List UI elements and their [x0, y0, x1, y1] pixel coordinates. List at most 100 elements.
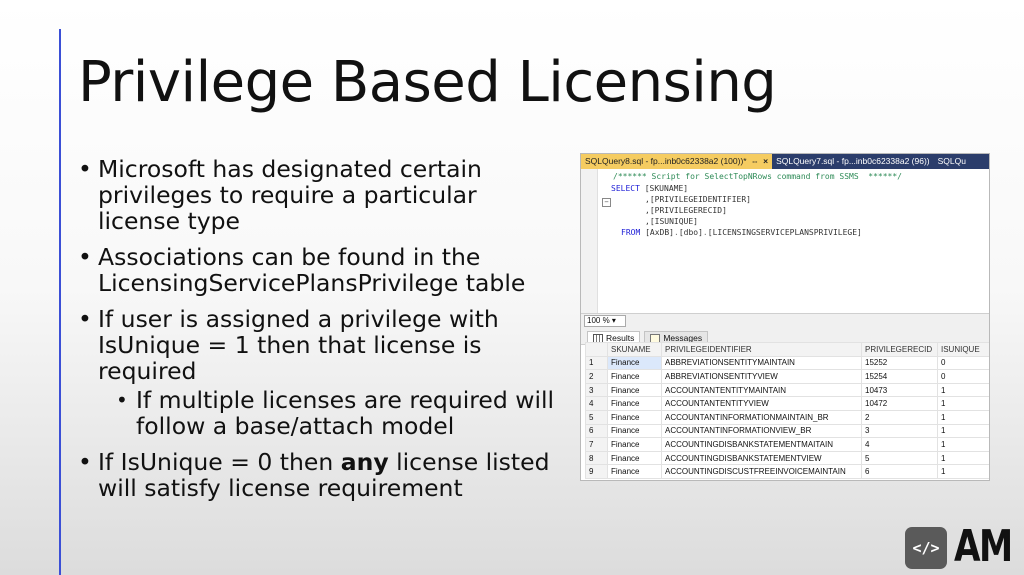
bullet-item: • Microsoft has designated certain privi…: [78, 156, 558, 234]
zoom-select[interactable]: 100 % ▾: [584, 314, 626, 327]
table-cell[interactable]: ABBREVIATIONSENTITYVIEW: [661, 369, 862, 384]
table-row[interactable]: 9 Finance ACCOUNTINGDISCUSTFREEINVOICEMAIN…: [585, 464, 989, 479]
row-number[interactable]: 1: [585, 355, 608, 371]
table-cell[interactable]: Finance: [607, 450, 662, 466]
bullet-item: • Associations can be found in the Licen…: [78, 244, 558, 296]
accent-line: [59, 29, 61, 575]
table-cell[interactable]: Finance: [607, 423, 662, 439]
table-row[interactable]: 3 Finance ACCOUNTANTENTITYMAINTAIN 10473 1: [585, 382, 989, 398]
bullet-item: • If IsUnique = 0 then any license liste…: [78, 449, 558, 501]
table-cell[interactable]: ACCOUNTANTINFORMATIONVIEW_BR: [661, 423, 862, 439]
table-row[interactable]: 4 Finance ACCOUNTANTENTITYVIEW 10472 1: [585, 396, 989, 411]
table-cell[interactable]: ABBREVIATIONSENTITYMAINTAIN: [661, 355, 862, 371]
table-cell[interactable]: 1: [937, 382, 989, 398]
table-cell[interactable]: 1: [937, 409, 989, 425]
table-row[interactable]: 1 Finance ABBREVIATIONSENTITYMAINTAIN 15252…: [585, 355, 989, 371]
table-cell[interactable]: 0: [937, 355, 989, 371]
table-cell[interactable]: 0: [937, 369, 989, 384]
row-number[interactable]: 8: [585, 450, 608, 466]
table-cell[interactable]: Finance: [607, 409, 662, 425]
table-cell[interactable]: Finance: [607, 464, 662, 479]
table-cell[interactable]: Finance: [607, 396, 662, 411]
table-cell[interactable]: 5: [861, 450, 938, 466]
row-number[interactable]: 2: [585, 369, 608, 384]
tab-sqlquery-more[interactable]: SQLQu: [934, 154, 970, 169]
table-cell[interactable]: 6: [861, 464, 938, 479]
row-number[interactable]: 9: [585, 464, 608, 479]
table-cell[interactable]: ACCOUNTANTENTITYVIEW: [661, 396, 862, 411]
sql-identifier: ,[PRIVILEGERECID]: [645, 206, 727, 215]
query-tab-bar: SQLQuery8.sql - fp...inb0c62338a2 (100))…: [581, 154, 989, 169]
table-cell[interactable]: 1: [937, 464, 989, 479]
logo-text: AM: [954, 521, 1013, 572]
table-cell[interactable]: ACCOUNTINGDISCUSTFREEINVOICEMAINTAIN: [661, 464, 862, 479]
query-editor[interactable]: − /****** Script for SelectTopNRows comm…: [581, 169, 989, 313]
table-row[interactable]: 8 Finance ACCOUNTINGDISBANKSTATEMENTVIEW 5 1: [585, 450, 989, 466]
table-cell[interactable]: ACCOUNTINGDISBANKSTATEMENTVIEW: [661, 450, 862, 466]
table-cell[interactable]: 1: [937, 437, 989, 452]
sub-bullet-item: • If multiple licenses are required will…: [116, 387, 558, 439]
bullet-text-bold: any: [340, 448, 389, 476]
table-row[interactable]: 5 Finance ACCOUNTANTINFORMATIONMAINTAIN_BR…: [585, 409, 989, 425]
bullet-text-pre: If IsUnique = 0 then: [98, 448, 341, 476]
bullet-text: If multiple licenses are required will f…: [136, 386, 555, 440]
table-cell[interactable]: 1: [937, 396, 989, 411]
row-number[interactable]: 6: [585, 423, 608, 439]
bullet-text: If IsUnique = 0 then any license listed …: [98, 448, 550, 502]
tab-sqlquery7[interactable]: SQLQuery7.sql - fp...inb0c62338a2 (96)): [772, 154, 934, 169]
code-comment: /****** Script for SelectTopNRows comman…: [613, 172, 902, 181]
table-cell[interactable]: 15252: [861, 355, 938, 371]
sql-identifier: ,[ISUNIQUE]: [645, 217, 698, 226]
pin-icon[interactable]: ⇔: [751, 156, 760, 169]
column-header[interactable]: ISUNIQUE: [937, 342, 989, 357]
row-number[interactable]: 7: [585, 437, 608, 452]
bullet-dot: •: [116, 388, 128, 412]
tab-label: SQLQuery8.sql - fp...inb0c62338a2 (100))…: [585, 156, 747, 166]
slide-title: Privilege Based Licensing: [78, 50, 777, 115]
row-number[interactable]: 4: [585, 396, 608, 411]
sql-identifier: [LICENSINGSERVICEPLANSPRIVILEGE]: [707, 228, 862, 237]
column-header[interactable]: SKUNAME: [607, 342, 662, 357]
row-number[interactable]: 5: [585, 409, 608, 425]
code-line: ,[ISUNIQUE]: [645, 216, 698, 227]
table-cell[interactable]: 3: [861, 423, 938, 439]
table-row[interactable]: 2 Finance ABBREVIATIONSENTITYVIEW 15254 0: [585, 369, 989, 384]
table-cell[interactable]: ACCOUNTANTENTITYMAINTAIN: [661, 382, 862, 398]
table-cell[interactable]: Finance: [607, 382, 662, 398]
table-cell[interactable]: 1: [937, 450, 989, 466]
table-cell[interactable]: Finance: [607, 369, 662, 384]
bullet-dot: •: [78, 243, 92, 271]
zoom-bar: 100 % ▾: [581, 313, 989, 327]
table-cell[interactable]: 10472: [861, 396, 938, 411]
results-grid: SKUNAME PRIVILEGEIDENTIFIER PRIVILEGEREC…: [585, 342, 989, 479]
bullet-item: • If user is assigned a privilege with I…: [78, 306, 558, 384]
table-cell[interactable]: Finance: [607, 437, 662, 452]
collapse-icon[interactable]: −: [602, 198, 611, 207]
table-row[interactable]: 7 Finance ACCOUNTINGDISBANKSTATEMENTMAITAI…: [585, 437, 989, 452]
close-icon[interactable]: ×: [763, 156, 768, 169]
column-header[interactable]: PRIVILEGERECID: [861, 342, 938, 357]
table-cell[interactable]: Finance: [607, 355, 662, 371]
bullet-text: Associations can be found in the Licensi…: [98, 243, 526, 297]
table-cell[interactable]: 2: [861, 409, 938, 425]
table-cell[interactable]: ACCOUNTANTINFORMATIONMAINTAIN_BR: [661, 409, 862, 425]
bullet-list: • Microsoft has designated certain privi…: [78, 156, 558, 511]
tab-sqlquery8[interactable]: SQLQuery8.sql - fp...inb0c62338a2 (100))…: [581, 154, 773, 169]
sql-identifier: [dbo]: [678, 228, 703, 237]
bullet-dot: •: [78, 448, 92, 476]
column-header[interactable]: PRIVILEGEIDENTIFIER: [661, 342, 862, 357]
table-cell[interactable]: 4: [861, 437, 938, 452]
bullet-dot: •: [78, 305, 92, 333]
table-row[interactable]: 6 Finance ACCOUNTANTINFORMATIONVIEW_BR 3 1: [585, 423, 989, 439]
code-icon: </>: [905, 527, 947, 569]
code-line: SELECT [SKUNAME]: [611, 183, 688, 194]
tab-label: SQLQu: [937, 156, 966, 166]
row-number[interactable]: 3: [585, 382, 608, 398]
tab-label: SQLQuery7.sql - fp...inb0c62338a2 (96)): [776, 156, 930, 166]
table-cell[interactable]: 15254: [861, 369, 938, 384]
column-header[interactable]: [585, 342, 608, 357]
zoom-value: 100 %: [587, 315, 610, 325]
table-cell[interactable]: 10473: [861, 382, 938, 398]
table-cell[interactable]: ACCOUNTINGDISBANKSTATEMENTMAITAIN: [661, 437, 862, 452]
table-cell[interactable]: 1: [937, 423, 989, 439]
